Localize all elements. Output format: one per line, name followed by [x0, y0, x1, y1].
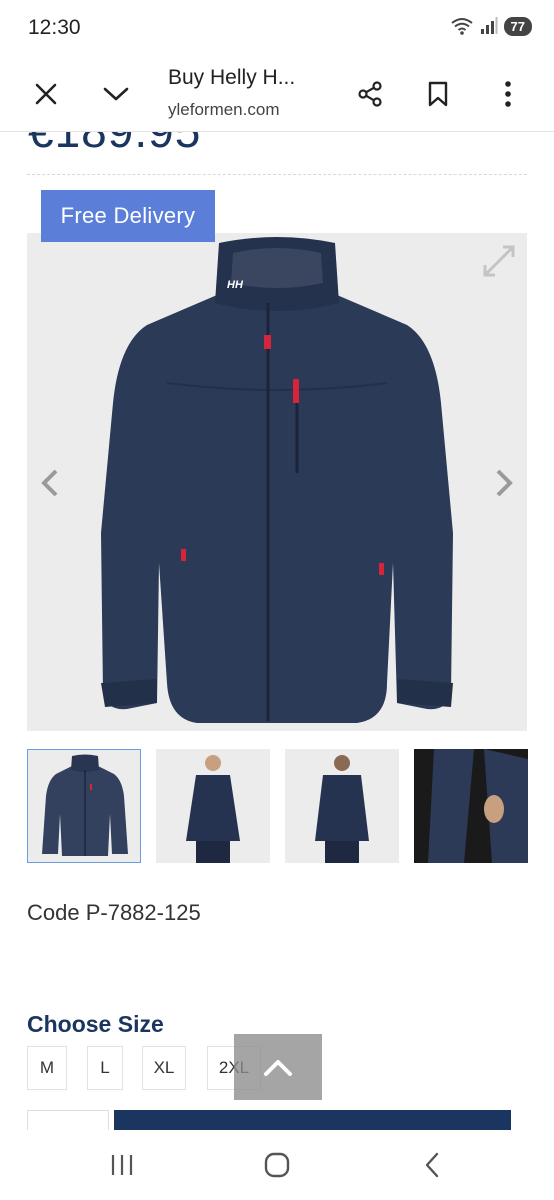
- fullscreen-button[interactable]: [481, 243, 517, 279]
- thumbnail-4[interactable]: [414, 749, 528, 863]
- share-button[interactable]: [348, 72, 392, 116]
- close-tab-button[interactable]: [24, 72, 68, 116]
- more-options-button[interactable]: [486, 72, 530, 116]
- product-image: [101, 237, 453, 723]
- chevron-right-icon: [496, 469, 513, 497]
- battery-icon: 77: [503, 16, 532, 36]
- back-icon: [425, 1152, 439, 1178]
- expand-icon: [483, 245, 515, 277]
- thumbnail-strip: [27, 749, 528, 863]
- choose-size-heading: Choose Size: [27, 1011, 164, 1037]
- bookmark-button[interactable]: [416, 72, 460, 116]
- quantity-field[interactable]: [27, 1110, 109, 1130]
- recent-apps-icon: [111, 1155, 133, 1175]
- home-icon: [264, 1152, 290, 1178]
- home-button[interactable]: [247, 1142, 307, 1188]
- signal-icon: [480, 17, 498, 34]
- collapse-button[interactable]: [94, 72, 138, 116]
- thumbnail-jacket-image: [42, 754, 128, 856]
- thumbnail-3[interactable]: [285, 749, 399, 863]
- add-to-cart-button[interactable]: [114, 1110, 511, 1130]
- divider: [27, 174, 527, 175]
- size-option-xl[interactable]: XL: [142, 1046, 186, 1090]
- chevron-left-icon: [41, 469, 58, 497]
- web-page: €189.95 Free Delivery HH: [0, 132, 554, 1130]
- free-delivery-badge: Free Delivery: [41, 190, 215, 242]
- page-url[interactable]: yleformen.com: [168, 100, 318, 120]
- thumbnail-2[interactable]: [156, 749, 270, 863]
- product-code: Code P-7882-125: [27, 900, 201, 925]
- status-bar: 12:30 77: [0, 0, 554, 58]
- product-image-gallery[interactable]: HH: [27, 233, 527, 731]
- previous-image-button[interactable]: [35, 463, 65, 503]
- status-icons: 77: [450, 16, 532, 36]
- scroll-to-top-button[interactable]: [234, 1034, 322, 1100]
- browser-toolbar: Buy Helly H... yleformen.com: [0, 58, 554, 132]
- thumbnail-detail-image: [414, 749, 528, 863]
- more-vertical-icon: [505, 81, 511, 107]
- page-title: Buy Helly H...: [168, 66, 296, 89]
- chevron-up-icon: [264, 1060, 292, 1076]
- system-nav-bar: [0, 1130, 554, 1200]
- jacket-logo: HH: [227, 279, 243, 291]
- thumbnail-1[interactable]: [27, 749, 141, 863]
- product-price: €189.95: [28, 132, 201, 158]
- back-button[interactable]: [402, 1142, 462, 1188]
- status-time: 12:30: [28, 16, 81, 39]
- thumbnail-model-front-image: [186, 755, 240, 863]
- bookmark-icon: [428, 81, 448, 107]
- next-image-button[interactable]: [489, 463, 519, 503]
- thumbnail-model-back-image: [315, 755, 369, 863]
- close-icon: [35, 83, 57, 105]
- chevron-down-icon: [103, 87, 129, 101]
- size-option-m[interactable]: M: [27, 1046, 67, 1090]
- size-option-l[interactable]: L: [87, 1046, 123, 1090]
- recent-apps-button[interactable]: [92, 1142, 152, 1188]
- wifi-icon: [450, 18, 473, 35]
- share-icon: [358, 81, 382, 107]
